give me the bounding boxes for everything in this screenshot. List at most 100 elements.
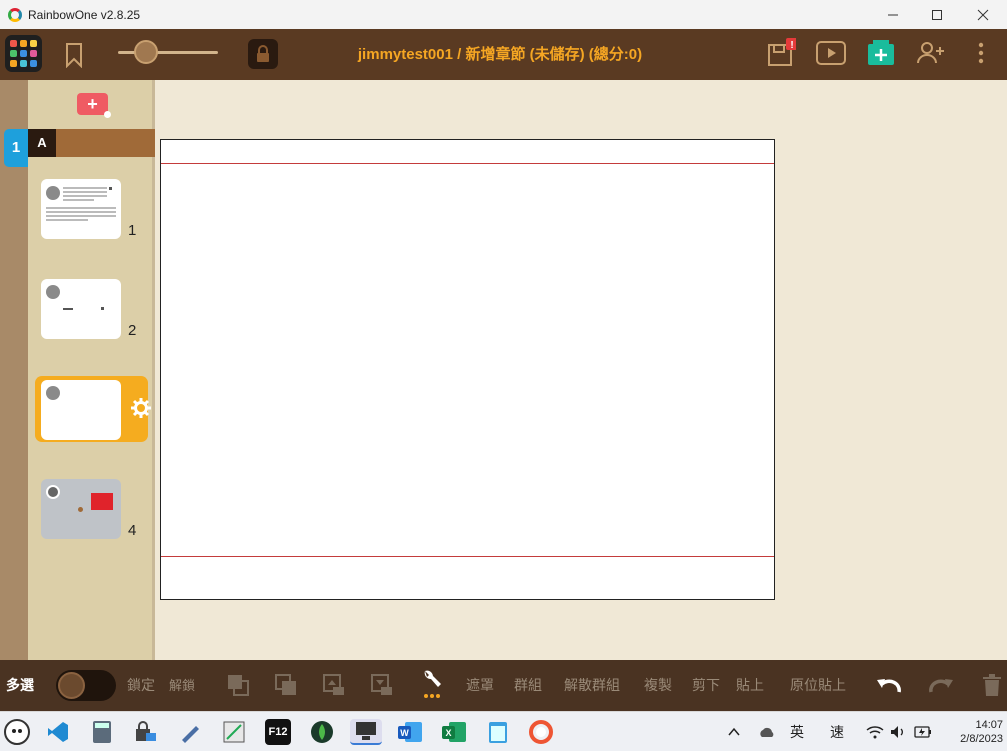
ime-mode-indicator[interactable]: 速 bbox=[830, 712, 844, 751]
page-sidebar: + A 1 2 4 bbox=[28, 80, 155, 660]
clock-date: 2023 bbox=[978, 733, 1003, 745]
send-to-back-icon[interactable] bbox=[275, 674, 297, 696]
tools-wrench-icon[interactable] bbox=[421, 669, 443, 699]
save-warning-icon: ! bbox=[768, 38, 796, 66]
taskbar-mongodb-icon[interactable] bbox=[309, 719, 335, 745]
bottom-toolbar: 多選 鎖定 解鎖 遮罩 群組 解散群組 複製 剪下 貼上 原位貼上 bbox=[0, 660, 1007, 711]
onedrive-cloud-icon[interactable] bbox=[758, 712, 776, 751]
copy-button[interactable]: 複製 bbox=[644, 660, 672, 711]
page-number-1: 1 bbox=[128, 222, 137, 239]
battery-icon[interactable] bbox=[914, 712, 932, 751]
page-number-4: 4 bbox=[128, 522, 137, 539]
clock-date-prefix: 2/8/ bbox=[960, 733, 979, 745]
taskbar-notepad-icon[interactable] bbox=[485, 719, 511, 745]
app-grid-dot-6 bbox=[30, 50, 37, 57]
send-backward-icon[interactable] bbox=[371, 674, 393, 696]
footer-guide-line bbox=[161, 556, 774, 557]
taskbar-app-panda-icon[interactable] bbox=[4, 719, 30, 745]
undo-icon[interactable] bbox=[875, 674, 903, 696]
thumbnail-marker bbox=[101, 307, 104, 310]
page-thumbnail-3[interactable] bbox=[41, 380, 121, 440]
taskbar-editor-icon[interactable] bbox=[177, 719, 203, 745]
section-header[interactable]: A bbox=[28, 129, 155, 157]
add-user-icon bbox=[917, 42, 944, 64]
bookmark-icon[interactable] bbox=[65, 42, 83, 68]
add-section-button[interactable]: + bbox=[77, 93, 111, 118]
svg-text:W: W bbox=[400, 728, 409, 738]
lock-button[interactable] bbox=[248, 39, 278, 69]
app-grid-dot-2 bbox=[20, 40, 27, 47]
cut-button[interactable]: 剪下 bbox=[692, 660, 720, 711]
window-titlebar: RainbowOne v2.8.25 bbox=[0, 0, 1007, 29]
play-icon bbox=[816, 41, 846, 65]
window-title: RainbowOne v2.8.25 bbox=[28, 7, 141, 22]
redo-icon[interactable] bbox=[927, 674, 955, 696]
page-thumbnail-3-selected[interactable] bbox=[35, 376, 151, 442]
app-menu-grid-button[interactable] bbox=[5, 35, 42, 72]
ungroup-button[interactable]: 解散群組 bbox=[564, 660, 620, 711]
more-menu-button[interactable] bbox=[966, 38, 996, 68]
volume-icon[interactable] bbox=[890, 712, 906, 751]
zoom-slider-track[interactable] bbox=[118, 51, 218, 54]
thumbnail-marker bbox=[78, 507, 83, 512]
windows-taskbar: F12 W X 英 速 14:07 2/8/2023 bbox=[0, 711, 1007, 751]
thumbnail-text-preview bbox=[63, 187, 107, 203]
app-grid-dot-8 bbox=[20, 60, 27, 67]
ime-language-indicator[interactable]: 英 bbox=[790, 712, 804, 751]
minimize-button[interactable] bbox=[870, 0, 916, 29]
toggle-knob bbox=[58, 672, 85, 699]
close-button[interactable] bbox=[960, 0, 1006, 29]
taskbar-vscode-icon[interactable] bbox=[45, 719, 71, 745]
document-title: jimmytest001 / 新增章節 (未儲存) (總分:0) bbox=[357, 46, 643, 63]
group-button[interactable]: 群組 bbox=[514, 660, 542, 711]
thumbnail-text-preview bbox=[63, 308, 73, 310]
add-user-button[interactable] bbox=[916, 38, 946, 68]
section-rail bbox=[0, 80, 28, 660]
page-thumbnail-4[interactable] bbox=[41, 479, 121, 539]
multi-select-toggle[interactable] bbox=[56, 670, 116, 701]
paste-button[interactable]: 貼上 bbox=[736, 660, 764, 711]
bring-forward-icon[interactable] bbox=[323, 674, 345, 696]
taskbar-tool-icon[interactable] bbox=[221, 719, 247, 745]
bring-to-front-icon[interactable] bbox=[227, 674, 249, 696]
app-logo-icon bbox=[8, 7, 22, 22]
taskbar-calculator-icon[interactable] bbox=[89, 719, 115, 745]
unlock-button[interactable]: 解鎖 bbox=[169, 660, 195, 711]
add-page-button[interactable] bbox=[866, 38, 896, 68]
wifi-icon[interactable] bbox=[866, 712, 884, 751]
page-settings-gear-icon[interactable] bbox=[131, 398, 151, 418]
add-page-icon bbox=[868, 40, 894, 65]
app-grid-dot-4 bbox=[10, 50, 17, 57]
lock-button[interactable]: 鎖定 bbox=[127, 660, 155, 711]
trash-icon[interactable] bbox=[982, 674, 1002, 696]
maximize-button[interactable] bbox=[914, 0, 960, 29]
show-hidden-icons-chevron-icon[interactable] bbox=[728, 712, 740, 751]
taskbar-excel-icon[interactable]: X bbox=[441, 719, 467, 745]
close-icon bbox=[977, 9, 989, 20]
preview-play-button[interactable] bbox=[816, 38, 846, 68]
add-badge-icon bbox=[104, 111, 111, 118]
avatar-placeholder-icon bbox=[46, 186, 60, 200]
page-number-2: 2 bbox=[128, 322, 137, 339]
maximize-icon bbox=[932, 9, 942, 20]
section-label: A bbox=[28, 129, 56, 157]
page-thumbnail-2[interactable] bbox=[41, 279, 121, 339]
taskbar-word-icon[interactable]: W bbox=[397, 719, 423, 745]
paste-in-place-button[interactable]: 原位貼上 bbox=[790, 660, 846, 711]
mask-button[interactable]: 遮罩 bbox=[466, 660, 494, 711]
system-clock[interactable]: 14:07 2/8/2023 bbox=[943, 718, 1003, 746]
section-number-tab[interactable]: 1 bbox=[4, 129, 28, 167]
taskbar-rainbowone-icon[interactable] bbox=[528, 719, 554, 745]
zoom-slider-handle[interactable] bbox=[134, 40, 158, 64]
thumbnail-marker bbox=[109, 187, 112, 190]
taskbar-rainbowone-active-icon[interactable] bbox=[350, 719, 382, 745]
minimize-icon bbox=[888, 14, 898, 15]
editing-canvas[interactable] bbox=[160, 139, 775, 600]
save-button[interactable]: ! bbox=[766, 38, 796, 68]
taskbar-f12-icon[interactable]: F12 bbox=[265, 719, 291, 745]
page-thumbnail-1[interactable] bbox=[41, 179, 121, 239]
svg-text:X: X bbox=[445, 728, 451, 738]
multi-select-label: 多選 bbox=[6, 677, 34, 693]
thumbnail-image-preview bbox=[91, 493, 113, 510]
taskbar-lock-app-icon[interactable] bbox=[133, 719, 159, 745]
